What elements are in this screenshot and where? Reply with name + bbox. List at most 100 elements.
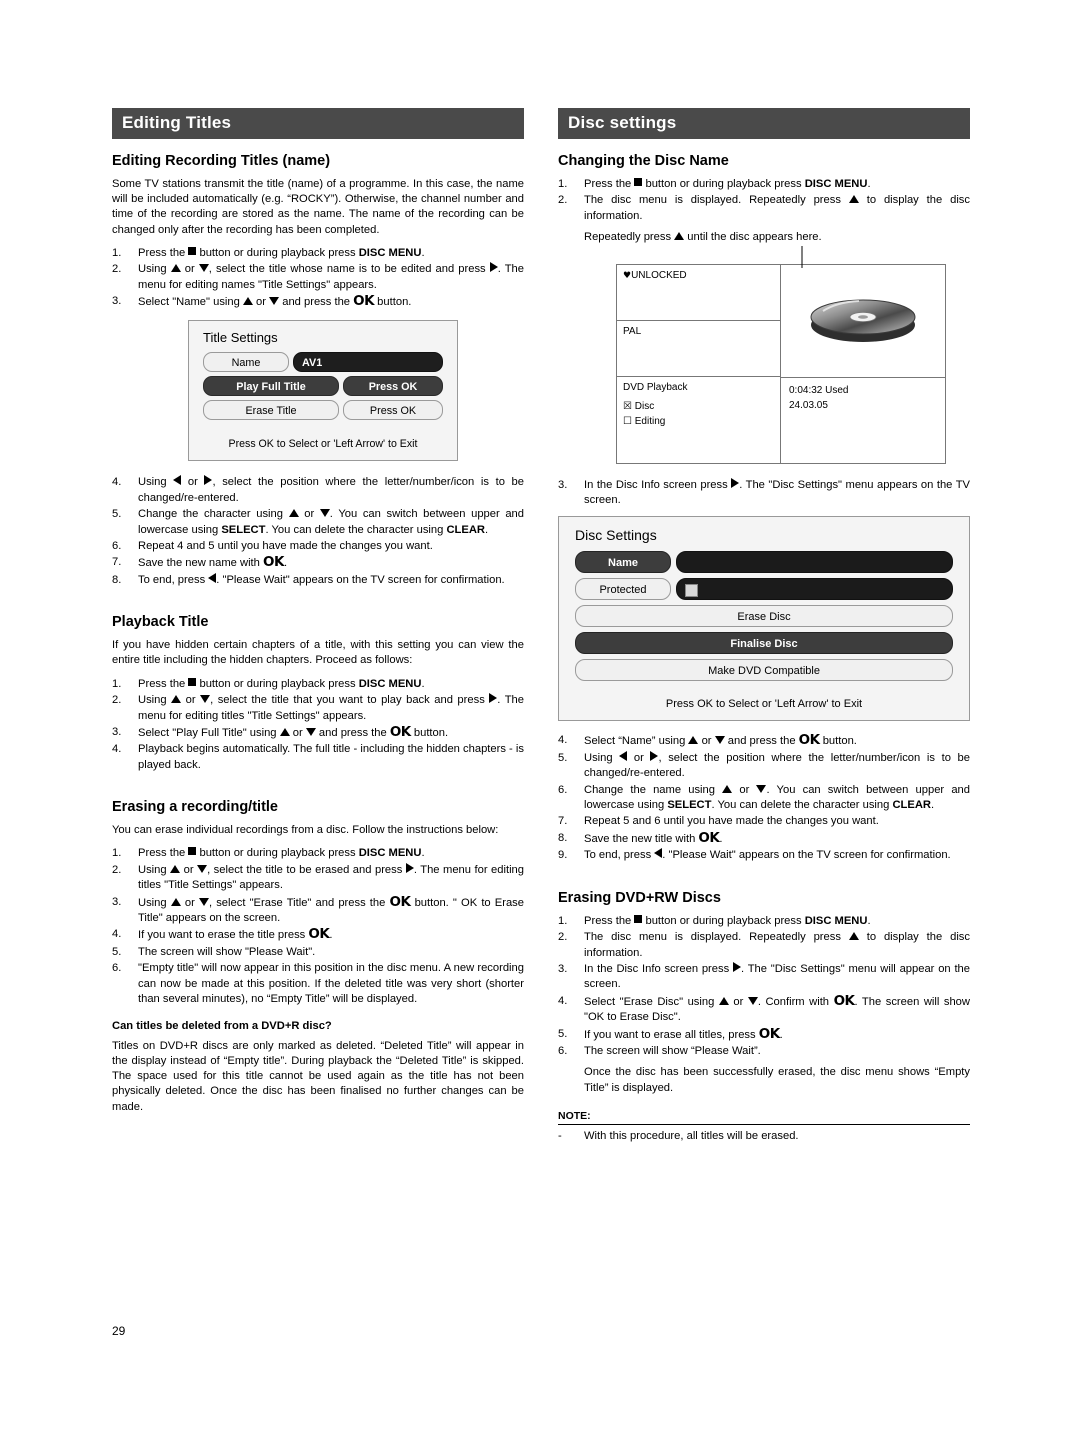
heading-erasing-recording-title: Erasing a recording/title: [112, 799, 278, 816]
osd-title-settings-heading: Title Settings: [203, 330, 278, 346]
right-arrow-icon: [489, 262, 498, 273]
list-item: 9. To end, press . "Please Wait" appears …: [558, 848, 951, 862]
list-item: 1. Press the button or during playback pr…: [558, 914, 871, 927]
steps-changing-disc-name-1: 1. Press the button or during playback pr…: [558, 177, 970, 224]
osd-label-erase-title[interactable]: Erase Title: [203, 400, 339, 421]
disc-info-playback-label: DVD Playback: [623, 381, 688, 393]
list-item: 1. Press the button or during playback pr…: [112, 677, 425, 690]
up-arrow-icon: [848, 932, 859, 941]
list-item: 1. Press the button or during playback pr…: [558, 178, 871, 190]
ok-button-icon: OK: [353, 293, 375, 310]
paragraph-playback-title-intro: If you have hidden certain chapters of a…: [112, 639, 524, 667]
protected-checkbox-icon[interactable]: [685, 584, 698, 598]
disc-info-option-disc[interactable]: Disc: [635, 401, 654, 412]
disc-info-playback: DVD Playback ☒ Disc ☐ Editing: [617, 377, 780, 463]
list-item: 5. Change the character using or . You ca…: [112, 508, 524, 536]
osd-label-play-full-title[interactable]: Play Full Title: [203, 376, 339, 397]
list-item: 2. Using or , select the title whose name…: [112, 262, 524, 291]
checkbox-checked-icon: ☒: [623, 400, 632, 412]
list-item: 3. In the Disc Info screen press . The "D…: [558, 477, 970, 507]
ok-button-icon: OK: [389, 893, 411, 910]
section-header-editing-titles: Editing Titles: [112, 108, 524, 139]
list-item: 1. Press the button or during playback pr…: [112, 847, 425, 860]
ds-label-make-dvd-compatible[interactable]: Make DVD Compatible: [575, 659, 953, 682]
ok-button-icon: OK: [798, 732, 820, 749]
disc-info-lock-state: ♥UNLOCKED: [617, 265, 780, 321]
osd-row-erase-title: Erase Title Press OK: [203, 400, 443, 421]
disc-art-area: [781, 265, 945, 378]
paragraph-editing-intro: Some TV stations transmit the title (nam…: [112, 178, 524, 236]
note-text-row: - With this procedure, all titles will b…: [558, 1129, 970, 1144]
ds-row-erase-disc: Erase Disc: [575, 605, 953, 628]
steps-editing-titles-2: 4. Using or , select the position where t…: [112, 475, 524, 588]
up-arrow-icon: [170, 264, 181, 273]
ds-label-erase-disc[interactable]: Erase Disc: [575, 605, 953, 628]
up-arrow-icon: [688, 736, 699, 745]
up-arrow-icon: [674, 232, 685, 241]
osd-title-settings: Title Settings Name AV1 Play Full Title …: [188, 320, 458, 462]
list-item: 4. Playback begins automatically. The ful…: [112, 743, 524, 771]
faq-answer: Titles on DVD+R discs are only marked as…: [112, 1039, 524, 1113]
list-item: 5. Using or , select the position where t…: [558, 750, 970, 780]
down-arrow-icon: [747, 996, 758, 1005]
ds-label-protected[interactable]: Protected: [575, 578, 671, 601]
checkbox-empty-icon: ☐: [623, 415, 632, 427]
ds-label-name[interactable]: Name: [575, 551, 671, 574]
osd-disc-info: ♥UNLOCKED PAL DVD Playback ☒ Disc ☐ Edit…: [616, 263, 946, 464]
list-item: 2. The disc menu is displayed. Repeatedly…: [558, 931, 970, 959]
note-divider: [558, 1124, 970, 1126]
up-arrow-icon: [279, 727, 290, 736]
down-arrow-icon: [756, 784, 767, 793]
steps-playback-title: 1. Press the button or during playback pr…: [112, 677, 524, 773]
osd-value-name[interactable]: AV1: [293, 352, 443, 373]
list-item: 3. Using or , select "Erase Title" and pr…: [112, 893, 525, 924]
disc-icon: [810, 299, 916, 342]
up-arrow-icon: [288, 509, 299, 518]
osd-value-erase-title[interactable]: Press OK: [343, 400, 443, 421]
ok-button-icon: OK: [389, 723, 411, 740]
down-arrow-icon: [200, 695, 211, 704]
ds-label-finalise-disc[interactable]: Finalise Disc: [575, 632, 953, 655]
osd-disc-settings-heading: Disc Settings: [575, 527, 657, 544]
paragraph-erasing-intro: You can erase individual recordings from…: [112, 824, 499, 837]
ds-value-protected[interactable]: [676, 578, 953, 601]
disc-info-pal-label: PAL: [623, 325, 642, 337]
steps-changing-disc-name-step3: 3. In the Disc Info screen press . The "D…: [558, 477, 970, 509]
up-arrow-icon: [242, 297, 253, 306]
stop-icon: [634, 914, 643, 923]
faq-question: Can titles be deleted from a DVD+R disc?: [112, 1020, 332, 1033]
steps-erasing-recording: 1. Press the button or during playback pr…: [112, 846, 524, 1007]
osd-label-name[interactable]: Name: [203, 352, 289, 373]
left-arrow-icon: [619, 750, 628, 761]
steps-erasing-dvdrw: 1. Press the button or during playback pr…: [558, 914, 970, 1060]
list-item: 6. Repeat 4 and 5 until you have made the…: [112, 540, 433, 553]
down-arrow-icon: [714, 736, 725, 745]
down-arrow-icon: [269, 297, 280, 306]
section-header-disc-settings: Disc settings: [558, 108, 970, 139]
down-arrow-icon: [198, 897, 209, 906]
up-arrow-icon: [848, 195, 859, 204]
list-item: 6. "Empty title" will now appear in this …: [112, 962, 524, 1005]
ds-row-protected: Protected: [575, 578, 953, 601]
list-item: 3. In the Disc Info screen press . The "D…: [558, 961, 970, 991]
callout-repeatedly-press: Repeatedly press until the disc appears …: [584, 231, 822, 244]
down-arrow-icon: [197, 864, 208, 873]
list-item: 3. Select "Name" using or and press the O…: [112, 293, 412, 310]
steps-editing-titles-1: 1. Press the button or during playback pr…: [112, 246, 524, 311]
up-arrow-icon: [171, 695, 182, 704]
osd-value-play-full-title[interactable]: Press OK: [343, 376, 443, 397]
note-text: With this procedure, all titles will be …: [584, 1130, 799, 1143]
up-arrow-icon: [722, 784, 733, 793]
disc-info-option-editing[interactable]: Editing: [635, 416, 666, 427]
disc-info-unlocked-label: UNLOCKED: [631, 269, 687, 281]
ds-value-name[interactable]: [676, 551, 953, 574]
up-arrow-icon: [718, 996, 729, 1005]
stop-icon: [188, 847, 197, 856]
disc-info-system: PAL: [617, 321, 780, 377]
left-arrow-icon: [208, 572, 217, 583]
list-item: 4. Using or , select the position where t…: [112, 475, 524, 504]
right-arrow-icon: [204, 475, 213, 486]
heart-icon: ♥: [623, 270, 632, 281]
ok-button-icon: OK: [308, 926, 330, 943]
right-arrow-icon: [405, 862, 414, 873]
